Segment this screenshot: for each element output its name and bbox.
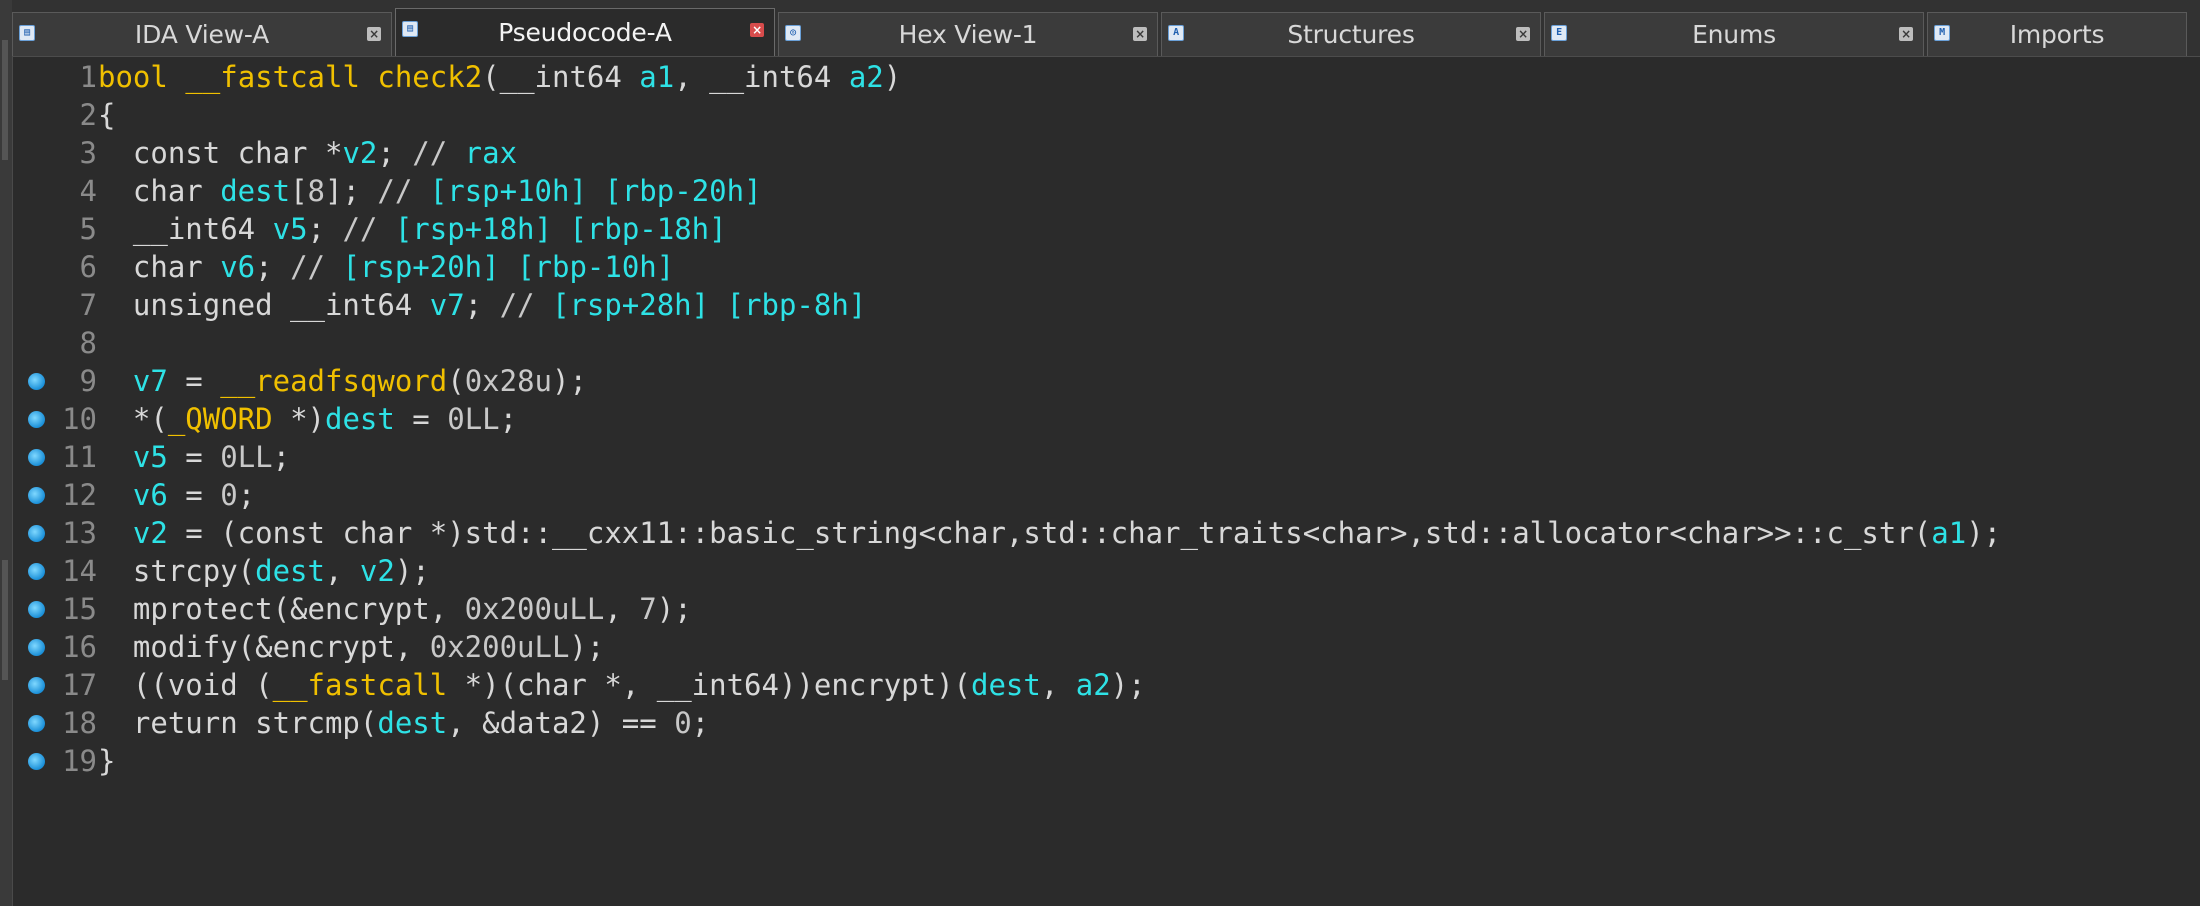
line-number: 11 bbox=[62, 440, 97, 474]
tab-label: Imports bbox=[2009, 20, 2105, 49]
tab-label: Enums bbox=[1692, 20, 1776, 49]
code-text: char v6; // [rsp+20h] [rbp-10h] bbox=[98, 250, 675, 284]
code-text: ((void (__fastcall *)(char *, __int64))e… bbox=[98, 668, 1146, 702]
code-text: v7 = __readfsqword(0x28u); bbox=[132, 364, 587, 398]
tab-bar: ▤ IDA View-A × ▤ Pseudocode-A × ◎ Hex Vi… bbox=[12, 0, 2200, 57]
close-icon[interactable]: × bbox=[750, 23, 764, 37]
code-text: bool __fastcall check2(__int64 a1, __int… bbox=[98, 60, 902, 94]
line-number: 15 bbox=[62, 592, 97, 626]
line-number: 6 bbox=[79, 250, 97, 284]
code-text: mprotect(&encrypt, 0x200uLL, 7); bbox=[98, 592, 692, 626]
line-number: 14 bbox=[62, 554, 97, 588]
code-line[interactable]: 10 *(_QWORD *)dest = 0LL; bbox=[12, 400, 2200, 438]
close-icon[interactable]: × bbox=[367, 27, 381, 41]
tab-hex-view-1[interactable]: ◎ Hex View-1 × bbox=[778, 12, 1158, 56]
close-icon[interactable]: × bbox=[1133, 27, 1147, 41]
close-icon[interactable]: × bbox=[1899, 27, 1913, 41]
code-text: __int64 v5; // [rsp+18h] [rbp-18h] bbox=[98, 212, 727, 246]
code-text: strcpy(dest, v2); bbox=[98, 554, 430, 588]
line-number: 10 bbox=[62, 402, 97, 436]
tab-label: Hex View-1 bbox=[898, 20, 1038, 49]
line-number: 7 bbox=[79, 288, 97, 322]
line-number: 9 bbox=[79, 364, 97, 398]
line-number: 3 bbox=[79, 136, 97, 170]
code-line[interactable]: 12 v6 = 0; bbox=[12, 476, 2200, 514]
tab-label: IDA View-A bbox=[134, 20, 270, 49]
line-number: 5 bbox=[79, 212, 97, 246]
code-line[interactable]: 13 v2 = (const char *)std::__cxx11::basi… bbox=[12, 514, 2200, 552]
code-line[interactable]: 1 bool __fastcall check2(__int64 a1, __in… bbox=[12, 58, 2200, 96]
code-text: return strcmp(dest, &data2) == 0; bbox=[98, 706, 710, 740]
code-line[interactable]: 4 char dest[8]; // [rsp+10h] [rbp-20h] bbox=[12, 172, 2200, 210]
imports-icon: M bbox=[1934, 25, 1950, 41]
line-number: 16 bbox=[62, 630, 97, 664]
line-number: 13 bbox=[62, 516, 97, 550]
enums-icon: E bbox=[1551, 25, 1567, 41]
line-number: 17 bbox=[62, 668, 97, 702]
dock-marker bbox=[2, 40, 8, 160]
code-line[interactable]: 11 v5 = 0LL; bbox=[12, 438, 2200, 476]
code-line[interactable]: 14 strcpy(dest, v2); bbox=[12, 552, 2200, 590]
line-number: 4 bbox=[79, 174, 97, 208]
code-line[interactable]: 7 unsigned __int64 v7; // [rsp+28h] [rbp… bbox=[12, 286, 2200, 324]
code-line[interactable]: 19} bbox=[12, 742, 2200, 780]
tab-imports[interactable]: M Imports bbox=[1927, 12, 2187, 56]
code-text: const char *v2; // rax bbox=[98, 136, 518, 170]
dock-marker bbox=[2, 560, 8, 680]
code-line[interactable]: 16 modify(&encrypt, 0x200uLL); bbox=[12, 628, 2200, 666]
code-line[interactable]: 6 char v6; // [rsp+20h] [rbp-10h] bbox=[12, 248, 2200, 286]
hex-icon: ◎ bbox=[785, 25, 801, 41]
line-number: 2 bbox=[79, 98, 97, 132]
line-number: 8 bbox=[79, 326, 97, 360]
tab-enums[interactable]: E Enums × bbox=[1544, 12, 1924, 56]
pseudocode-view[interactable]: 1 bool __fastcall check2(__int64 a1, __in… bbox=[12, 58, 2200, 906]
ida-icon: ▤ bbox=[19, 25, 35, 41]
code-text: unsigned __int64 v7; // [rsp+28h] [rbp-8… bbox=[98, 288, 867, 322]
code-line[interactable]: 17 ((void (__fastcall *)(char *, __int64… bbox=[12, 666, 2200, 704]
tab-structures[interactable]: A Structures × bbox=[1161, 12, 1541, 56]
code-text: *(_QWORD *)dest = 0LL; bbox=[98, 402, 518, 436]
code-line[interactable]: 9 v7 = __readfsqword(0x28u); bbox=[12, 362, 2200, 400]
close-icon[interactable]: × bbox=[1516, 27, 1530, 41]
line-number: 19 bbox=[62, 744, 97, 778]
line-number: 18 bbox=[62, 706, 97, 740]
pseudocode-icon: ▤ bbox=[402, 21, 418, 37]
code-line[interactable]: 2{ bbox=[12, 96, 2200, 134]
tab-label: Pseudocode-A bbox=[498, 18, 672, 47]
code-line[interactable]: 8 bbox=[12, 324, 2200, 362]
code-line[interactable]: 18 return strcmp(dest, &data2) == 0; bbox=[12, 704, 2200, 742]
code-text: char dest[8]; // [rsp+10h] [rbp-20h] bbox=[98, 174, 762, 208]
code-text: } bbox=[98, 744, 116, 778]
structures-icon: A bbox=[1168, 25, 1184, 41]
code-text: v2 = (const char *)std::__cxx11::basic_s… bbox=[132, 516, 2002, 550]
code-text: { bbox=[98, 98, 116, 132]
tab-pseudocode-a[interactable]: ▤ Pseudocode-A × bbox=[395, 8, 775, 56]
code-line[interactable]: 5 __int64 v5; // [rsp+18h] [rbp-18h] bbox=[12, 210, 2200, 248]
code-line[interactable]: 15 mprotect(&encrypt, 0x200uLL, 7); bbox=[12, 590, 2200, 628]
code-line[interactable]: 3 const char *v2; // rax bbox=[12, 134, 2200, 172]
tab-label: Structures bbox=[1287, 20, 1415, 49]
code-text: v5 = 0LL; bbox=[132, 440, 291, 474]
code-text: v6 = 0; bbox=[132, 478, 256, 512]
tab-ida-view-a[interactable]: ▤ IDA View-A × bbox=[12, 12, 392, 56]
line-number: 1 bbox=[79, 60, 97, 94]
line-number: 12 bbox=[62, 478, 97, 512]
code-text: modify(&encrypt, 0x200uLL); bbox=[98, 630, 605, 664]
